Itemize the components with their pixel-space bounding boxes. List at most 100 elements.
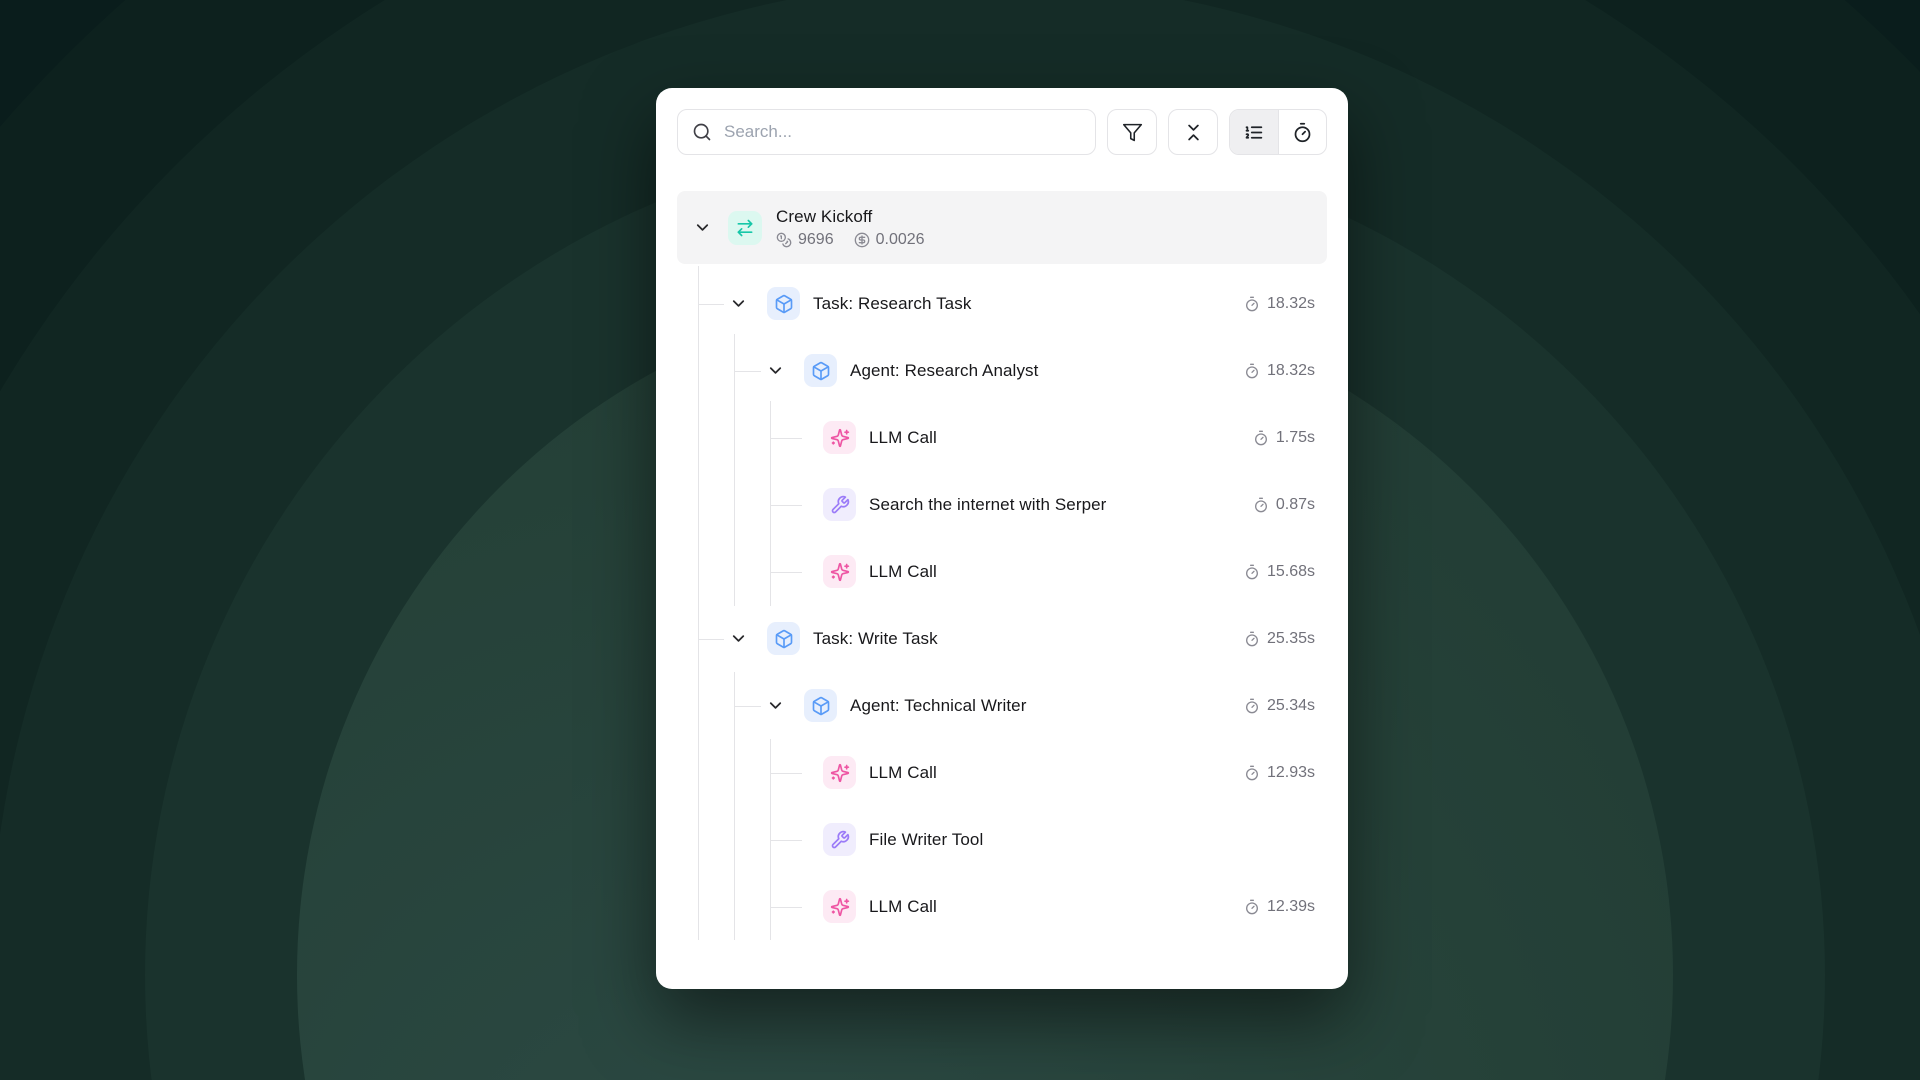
box-icon: [811, 696, 831, 716]
tree-row-llm-call[interactable]: LLM Call 1.75s: [677, 404, 1327, 471]
stopwatch-icon: [1244, 765, 1260, 781]
span-duration: 1.75s: [1253, 429, 1315, 447]
duration-value: 15.68s: [1267, 563, 1315, 581]
trace-tree: Task: Research Task 18.32s Agent: Resear…: [677, 270, 1327, 940]
expand-chevron[interactable]: [761, 357, 789, 385]
stopwatch-icon: [1244, 698, 1260, 714]
span-title: Task: Write Task: [813, 629, 938, 649]
wrench-icon: [830, 495, 850, 515]
swap-arrows-icon: [735, 218, 755, 238]
llm-icon-tile: [823, 555, 856, 588]
llm-icon-tile: [823, 890, 856, 923]
duration-value: 18.32s: [1267, 295, 1315, 313]
span-title: LLM Call: [869, 763, 937, 783]
expand-chevron[interactable]: [761, 692, 789, 720]
tree-row-task-write-task[interactable]: Task: Write Task 25.35s: [677, 605, 1327, 672]
span-duration: 18.32s: [1244, 362, 1315, 380]
span-duration: 18.32s: [1244, 295, 1315, 313]
span-duration: 12.93s: [1244, 764, 1315, 782]
timer-icon: [1292, 122, 1313, 143]
sparkles-icon: [830, 562, 850, 582]
span-title: LLM Call: [869, 897, 937, 917]
sparkles-icon: [830, 428, 850, 448]
agent-icon-tile: [804, 689, 837, 722]
span-title: Task: Research Task: [813, 294, 971, 314]
tree-row-agent-technical-writer[interactable]: Agent: Technical Writer 25.34s: [677, 672, 1327, 739]
span-title: LLM Call: [869, 428, 937, 448]
trace-panel: Crew Kickoff 9696 0.0026 Task: Research …: [656, 88, 1348, 989]
chevron-down-icon: [766, 361, 785, 380]
search-input[interactable]: [724, 122, 1081, 142]
box-icon: [774, 629, 794, 649]
chevron-down-icon: [693, 218, 712, 237]
duration-value: 0.87s: [1276, 496, 1315, 514]
coins-icon: [776, 232, 792, 248]
task-icon-tile: [767, 622, 800, 655]
stopwatch-icon: [1253, 430, 1269, 446]
expand-chevron[interactable]: [724, 290, 752, 318]
dollar-icon: [854, 232, 870, 248]
llm-icon-tile: [823, 421, 856, 454]
tree-row-crew-kickoff[interactable]: Crew Kickoff 9696 0.0026: [677, 191, 1327, 264]
span-duration: 12.39s: [1244, 898, 1315, 916]
duration-value: 18.32s: [1267, 362, 1315, 380]
box-icon: [811, 361, 831, 381]
crew-icon-tile: [728, 211, 762, 245]
expand-chevron[interactable]: [688, 214, 716, 242]
duration-value: 25.35s: [1267, 630, 1315, 648]
tool-icon-tile: [823, 488, 856, 521]
chevron-down-icon: [729, 294, 748, 313]
filter-icon: [1122, 122, 1143, 143]
sparkles-icon: [830, 763, 850, 783]
search-icon: [692, 122, 712, 142]
stopwatch-icon: [1253, 497, 1269, 513]
span-duration: 25.35s: [1244, 630, 1315, 648]
tree-row-file-writer-tool[interactable]: File Writer Tool: [677, 806, 1327, 873]
duration-value: 12.93s: [1267, 764, 1315, 782]
span-title: Agent: Technical Writer: [850, 696, 1026, 716]
view-toggle: [1229, 109, 1327, 155]
chevron-down-icon: [766, 696, 785, 715]
tree-row-agent-research-analyst[interactable]: Agent: Research Analyst 18.32s: [677, 337, 1327, 404]
expand-chevron[interactable]: [724, 625, 752, 653]
collapse-all-button[interactable]: [1168, 109, 1218, 155]
span-duration: 0.87s: [1253, 496, 1315, 514]
token-count: 9696: [798, 231, 834, 249]
chevron-down-icon: [729, 629, 748, 648]
cost-value: 0.0026: [876, 231, 925, 249]
toolbar: [677, 109, 1327, 155]
duration-value: 25.34s: [1267, 697, 1315, 715]
duration-value: 12.39s: [1267, 898, 1315, 916]
toggle-timeline-view[interactable]: [1278, 110, 1327, 154]
duration-value: 1.75s: [1276, 429, 1315, 447]
crew-title: Crew Kickoff: [776, 207, 925, 227]
stopwatch-icon: [1244, 564, 1260, 580]
span-title: Search the internet with Serper: [869, 495, 1106, 515]
tree-row-llm-call[interactable]: LLM Call 12.93s: [677, 739, 1327, 806]
wrench-icon: [830, 830, 850, 850]
span-title: File Writer Tool: [869, 830, 983, 850]
search-box[interactable]: [677, 109, 1096, 155]
box-icon: [774, 294, 794, 314]
stopwatch-icon: [1244, 296, 1260, 312]
stopwatch-icon: [1244, 631, 1260, 647]
span-title: Agent: Research Analyst: [850, 361, 1038, 381]
tree-row-llm-call[interactable]: LLM Call 15.68s: [677, 538, 1327, 605]
task-icon-tile: [767, 287, 800, 320]
toggle-list-view[interactable]: [1230, 110, 1278, 154]
sparkles-icon: [830, 897, 850, 917]
ordered-list-icon: [1243, 122, 1264, 143]
tool-icon-tile: [823, 823, 856, 856]
tree-row-llm-call[interactable]: LLM Call 12.39s: [677, 873, 1327, 940]
span-duration: 15.68s: [1244, 563, 1315, 581]
stopwatch-icon: [1244, 899, 1260, 915]
stopwatch-icon: [1244, 363, 1260, 379]
llm-icon-tile: [823, 756, 856, 789]
tree-row-task-research-task[interactable]: Task: Research Task 18.32s: [677, 270, 1327, 337]
filter-button[interactable]: [1107, 109, 1157, 155]
span-duration: 25.34s: [1244, 697, 1315, 715]
collapse-vertical-icon: [1183, 122, 1204, 143]
agent-icon-tile: [804, 354, 837, 387]
tree-row-search-the-internet-with-serper[interactable]: Search the internet with Serper 0.87s: [677, 471, 1327, 538]
span-title: LLM Call: [869, 562, 937, 582]
